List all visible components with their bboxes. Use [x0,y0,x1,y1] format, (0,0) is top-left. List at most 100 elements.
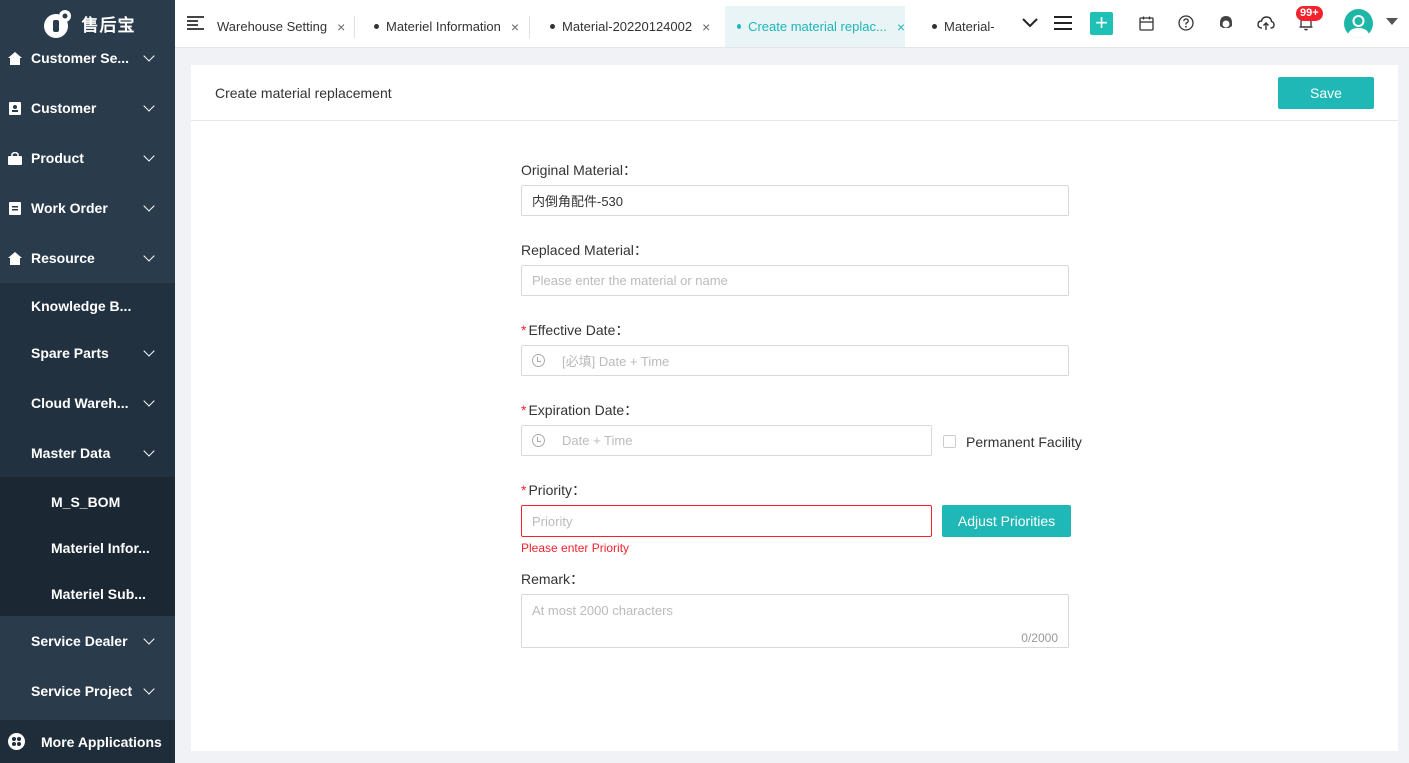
adjust-priorities-button[interactable]: Adjust Priorities [942,505,1071,537]
tab-material[interactable]: Material- [932,6,995,47]
sidebar-item-cloud-warehouse[interactable]: Cloud Wareh... [0,381,175,425]
tab-label: Materiel Information [386,19,501,34]
sidebar-item-label: Service Project [31,683,133,699]
logo-icon [43,10,71,38]
chevron-down-icon [143,633,155,645]
tab-label: Warehouse Setting [217,19,328,34]
sidebar-item-resource[interactable]: Resource [0,236,175,280]
required-marker: * [521,482,527,498]
close-icon[interactable]: × [702,19,710,35]
card-header: Create material replacement Save [191,65,1398,121]
sidebar-item-label: Master Data [31,445,111,461]
tab-materiel-information[interactable]: Materiel Information × [374,6,519,47]
sidebar-item-label: Knowledge B... [31,298,132,314]
add-button[interactable]: + [1090,12,1113,35]
chevron-down-icon [143,250,155,262]
sidebar-item-label: Spare Parts [31,345,109,361]
main-card: Create material replacement Save Origina… [191,65,1398,751]
sidebar-item-product[interactable]: Product [0,136,175,180]
help-icon[interactable] [1175,12,1197,34]
chevron-down-icon [143,200,155,212]
tab-divider [529,16,530,38]
hamburger-menu-icon[interactable] [1052,12,1074,34]
tab-material-20220124002[interactable]: Material-20220124002 × [550,6,710,47]
character-count: 0/2000 [1021,631,1058,645]
sidebar-item-service-project[interactable]: Service Project [0,669,175,713]
priority-label-text: Priority： [528,482,587,498]
tab-create-material-replacement[interactable]: Create material replac... × [725,6,905,47]
tab-dot [737,24,742,29]
sidebar-item-work-order[interactable]: Work Order [0,186,175,230]
remark-textarea[interactable]: At most 2000 characters 0/2000 [521,594,1069,648]
close-icon[interactable]: × [511,19,519,35]
sidebar-item-master-data[interactable]: Master Data [0,431,175,475]
save-button[interactable]: Save [1278,77,1374,109]
expiration-date-label: * Expiration Date： [521,400,638,420]
expiration-date-picker[interactable]: Date + Time [521,425,932,456]
contact-card-icon [8,101,22,115]
sidebar-item-m-s-bom[interactable]: M_S_BOM [0,480,175,524]
priority-input[interactable]: Priority [521,505,932,537]
sidebar-item-customer[interactable]: Customer [0,86,175,130]
top-bar: Warehouse Setting × Materiel Information… [175,0,1409,48]
priority-error-message: Please enter Priority [521,541,630,555]
permanent-facility-label[interactable]: Permanent Facility [966,434,1082,450]
caret-down-icon[interactable] [1386,18,1398,25]
remark-label: Remark： [521,571,585,587]
sidebar-item-service-dealer[interactable]: Service Dealer [0,619,175,663]
effective-date-placeholder: [必填] Date + Time [562,354,670,369]
replaced-material-label: Replaced Material： [521,242,648,258]
sidebar-item-label: Materiel Sub... [51,586,146,602]
sidebar-item-label: M_S_BOM [51,494,121,510]
apps-icon [8,733,25,750]
original-material-label: Original Material： [521,162,637,178]
calendar-icon[interactable] [1135,12,1157,34]
chevron-down-icon [143,683,155,695]
avatar[interactable] [1344,9,1373,38]
page-title: Create material replacement [215,85,392,101]
more-applications-button[interactable]: More Applications [0,720,175,763]
cloud-upload-icon[interactable] [1255,12,1277,34]
tab-dot [374,24,379,29]
original-material-value: 内倒角配件-530 [532,194,624,209]
customer-service-icon[interactable] [1215,12,1237,34]
app-logo[interactable]: 售后宝 [0,0,175,40]
required-marker: * [521,322,527,338]
chevron-down-icon[interactable] [1019,12,1041,34]
tab-divider [354,16,355,38]
sidebar-item-customer-service[interactable]: Customer Se... [0,36,175,80]
effective-date-label-text: Effective Date： [528,322,630,338]
sidebar-item-label: Resource [31,250,95,266]
sidebar-item-label: Service Dealer [31,633,128,649]
sidebar-item-materiel-substitution[interactable]: Materiel Sub... [0,572,175,616]
home-icon [8,251,22,265]
chevron-down-icon [143,50,155,62]
clock-icon [532,434,545,447]
clock-icon [532,354,545,367]
sidebar-item-label: Cloud Wareh... [31,395,129,411]
menu-collapse-icon[interactable] [187,16,204,30]
tab-warehouse-setting[interactable]: Warehouse Setting × [217,6,345,47]
remark-placeholder: At most 2000 characters [532,603,673,618]
tab-label: Create material replac... [748,19,887,34]
sidebar-item-label: Materiel Infor... [51,540,150,556]
tab-dot [550,24,555,29]
close-icon[interactable]: × [897,19,905,35]
sidebar-item-label: Customer [31,100,97,116]
chevron-down-icon [143,395,155,407]
work-order-icon [8,201,22,215]
replaced-material-input[interactable]: Please enter the material or name [521,265,1069,296]
effective-date-picker[interactable]: [必填] Date + Time [521,345,1069,376]
sidebar-item-knowledge-base[interactable]: Knowledge B... [0,284,175,328]
tab-label: Material-20220124002 [562,19,693,34]
sidebar-item-spare-parts[interactable]: Spare Parts [0,331,175,375]
sidebar: 售后宝 Customer Se... Customer Product Work… [0,0,175,763]
required-marker: * [521,402,527,418]
original-material-field[interactable]: 内倒角配件-530 [521,185,1069,216]
priority-label: * Priority： [521,480,586,500]
shopping-bag-icon [8,151,22,165]
sidebar-item-materiel-information[interactable]: Materiel Infor... [0,526,175,570]
permanent-facility-checkbox[interactable] [943,435,956,448]
close-icon[interactable]: × [337,19,345,35]
replaced-material-placeholder: Please enter the material or name [532,273,728,288]
